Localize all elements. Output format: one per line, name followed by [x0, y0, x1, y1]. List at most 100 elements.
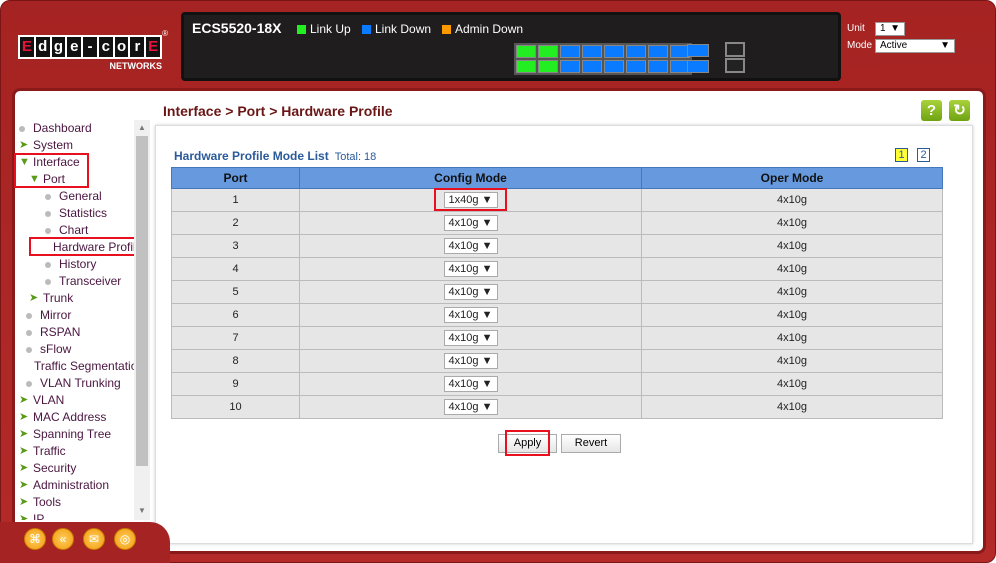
sidebar-item-dashboard[interactable]: Dashboard	[16, 120, 134, 137]
list-title: Hardware Profile Mode List Total: 18	[174, 149, 377, 163]
table-row: 3 4x10g ▼ 4x10g	[171, 234, 943, 258]
sidebar-item-transceiver[interactable]: Transceiver	[16, 273, 134, 290]
sidebar-item-rspan[interactable]: RSPAN	[16, 324, 134, 341]
mail-icon[interactable]: ✉	[83, 528, 105, 550]
sidebar-item-trunk[interactable]: ➤ Trunk	[16, 290, 134, 307]
sidebar-item-general[interactable]: General	[16, 188, 134, 205]
port[interactable]	[687, 44, 709, 57]
config-mode-cell: 4x10g ▼	[299, 349, 642, 373]
config-mode-cell: 4x10g ▼	[299, 234, 642, 258]
oper-mode-cell: 4x10g	[641, 211, 943, 235]
sidebar-item-administration[interactable]: ➤ Administration	[16, 477, 134, 494]
sidebar-item-mirror[interactable]: Mirror	[16, 307, 134, 324]
sidebar-item-traffic-segmentation[interactable]: Traffic Segmentation	[16, 358, 134, 375]
expand-arrow-icon: ➤	[19, 462, 29, 474]
expand-arrow-icon: ➤	[19, 428, 29, 440]
config-mode-select[interactable]: 4x10g ▼	[443, 353, 498, 369]
expand-arrow-icon: ➤	[19, 394, 29, 406]
bullet-icon	[26, 312, 32, 319]
port[interactable]	[538, 60, 558, 73]
port[interactable]	[560, 45, 580, 58]
port[interactable]	[604, 60, 624, 73]
back-icon[interactable]: «	[52, 528, 74, 550]
expand-arrow-icon: ➤	[19, 445, 29, 457]
config-mode-cell: 4x10g ▼	[299, 395, 642, 419]
port[interactable]	[648, 60, 668, 73]
port-cell: 1	[171, 188, 300, 212]
chevron-down-icon: ▼	[481, 217, 493, 229]
bullet-icon	[26, 346, 32, 353]
hardware-profile-table: Port Config Mode Oper Mode 1 1x40g ▼ 4x10g 2…	[171, 167, 943, 419]
port[interactable]	[582, 60, 602, 73]
page-1[interactable]: 1	[895, 148, 908, 162]
mode-select[interactable]: Active ▼	[875, 38, 955, 53]
port[interactable]	[648, 45, 668, 58]
sidebar-item-ip[interactable]: ➤ IP	[16, 511, 134, 520]
table-row: 7 4x10g ▼ 4x10g	[171, 326, 943, 350]
sitemap-icon[interactable]: ⌘	[24, 528, 46, 550]
config-mode-select[interactable]: 4x10g ▼	[443, 284, 498, 300]
port[interactable]	[560, 60, 580, 73]
col-oper-mode: Oper Mode	[641, 167, 943, 189]
config-mode-select[interactable]: 4x10g ▼	[443, 238, 498, 254]
sidebar-item-mac-address[interactable]: ➤ MAC Address	[16, 409, 134, 426]
sidebar-scrollbar[interactable]: ▲ ▼	[134, 120, 150, 520]
config-mode-select[interactable]: 4x10g ▼	[443, 399, 498, 415]
sidebar-item-vlan-trunking[interactable]: VLAN Trunking	[16, 375, 134, 392]
port-cell: 5	[171, 280, 300, 304]
expand-arrow-icon: ➤	[19, 513, 29, 520]
config-mode-select[interactable]: 4x10g ▼	[443, 330, 498, 346]
sidebar-item-system[interactable]: ➤ System	[16, 137, 134, 154]
edgecore-logo: Edge-corE NETWORKS ®	[18, 29, 168, 71]
port[interactable]	[725, 58, 745, 73]
page-2[interactable]: 2	[917, 148, 930, 162]
revert-button[interactable]: Revert	[561, 434, 621, 453]
port[interactable]	[626, 60, 646, 73]
sidebar-item-traffic[interactable]: ➤ Traffic	[16, 443, 134, 460]
sidebar-item-spanning-tree[interactable]: ➤ Spanning Tree	[16, 426, 134, 443]
qsfp-ports	[687, 44, 709, 76]
sidebar-item-tools[interactable]: ➤ Tools	[16, 494, 134, 511]
sidebar-item-sflow[interactable]: sFlow	[16, 341, 134, 358]
port[interactable]	[687, 60, 709, 73]
table-row: 9 4x10g ▼ 4x10g	[171, 372, 943, 396]
oper-mode-cell: 4x10g	[641, 188, 943, 212]
table-row: 1 1x40g ▼ 4x10g	[171, 188, 943, 212]
config-mode-select[interactable]: 4x10g ▼	[443, 261, 498, 277]
chevron-down-icon: ▼	[481, 240, 493, 252]
port-cell: 3	[171, 234, 300, 258]
highlight-box	[29, 237, 140, 256]
config-mode-cell: 4x10g ▼	[299, 280, 642, 304]
refresh-button[interactable]: ↻	[949, 100, 970, 121]
globe-icon[interactable]: ◎	[114, 528, 136, 550]
port[interactable]	[582, 45, 602, 58]
breadcrumb: Interface > Port > Hardware Profile	[163, 103, 393, 119]
table-row: 4 4x10g ▼ 4x10g	[171, 257, 943, 281]
sidebar-item-history[interactable]: History	[16, 256, 134, 273]
sidebar-item-security[interactable]: ➤ Security	[16, 460, 134, 477]
oper-mode-cell: 4x10g	[641, 326, 943, 350]
sidebar-item-statistics[interactable]: Statistics	[16, 205, 134, 222]
sidebar-item-vlan[interactable]: ➤ VLAN	[16, 392, 134, 409]
help-button[interactable]: ?	[921, 100, 942, 121]
model-name: ECS5520-18X	[192, 20, 282, 36]
unit-select[interactable]: 1 ▼	[875, 21, 905, 36]
legend-link-down: Link Down	[362, 22, 431, 36]
config-mode-select[interactable]: 4x10g ▼	[443, 376, 498, 392]
legend-link-up: Link Up	[297, 22, 351, 36]
config-mode-cell: 4x10g ▼	[299, 303, 642, 327]
bullet-icon	[45, 278, 51, 285]
chevron-down-icon: ▼	[481, 355, 493, 367]
port[interactable]	[604, 45, 624, 58]
port[interactable]	[626, 45, 646, 58]
chevron-down-icon: ▼	[481, 332, 493, 344]
highlight-box	[14, 153, 89, 188]
expand-arrow-icon: ➤	[19, 479, 29, 491]
port[interactable]	[725, 42, 745, 57]
port[interactable]	[516, 45, 536, 58]
config-mode-select[interactable]: 4x10g ▼	[443, 215, 498, 231]
config-mode-select[interactable]: 4x10g ▼	[443, 307, 498, 323]
port[interactable]	[538, 45, 558, 58]
config-mode-cell: 4x10g ▼	[299, 257, 642, 281]
port[interactable]	[516, 60, 536, 73]
